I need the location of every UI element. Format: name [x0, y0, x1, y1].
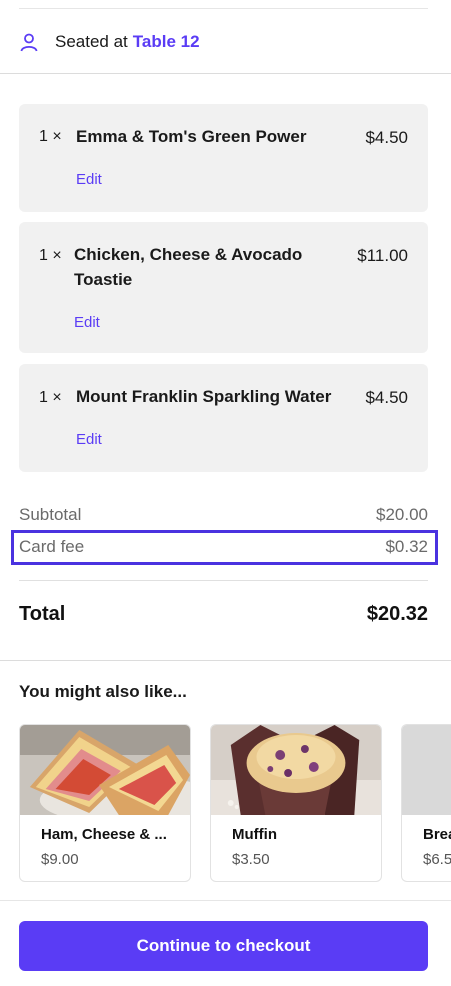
item-price: $11.00	[357, 246, 408, 265]
item-price: $4.50	[365, 128, 408, 147]
total-divider	[19, 580, 428, 581]
suggestion-name: Muffin	[232, 826, 277, 843]
suggestion-price: $3.50	[232, 851, 270, 868]
suggestion-card[interactable]: Muffin $3.50	[210, 724, 382, 882]
placeholder-image	[402, 725, 451, 815]
subtotal-value: $20.00	[376, 505, 428, 524]
item-quantity: 1 ×	[39, 128, 62, 145]
total-label: Total	[19, 603, 66, 625]
card-fee-label: Card fee	[19, 537, 85, 556]
section-divider	[0, 73, 451, 74]
card-fee-value: $0.32	[385, 537, 428, 556]
subtotal-label: Subtotal	[19, 505, 82, 524]
suggestion-name: Brea	[423, 826, 451, 843]
item-quantity: 1 ×	[39, 389, 62, 406]
suggestion-card[interactable]: Brea $6.5	[401, 724, 451, 882]
total-row: Total $20.32	[19, 603, 428, 626]
item-name-line-1: Chicken, Cheese & Avocado	[74, 245, 303, 264]
cart-item: 1 × Emma & Tom's Green Power $4.50 Edit	[19, 104, 428, 212]
suggestion-card[interactable]: Ham, Cheese & ... $9.00	[19, 724, 191, 882]
card-fee-row: Card fee $0.32	[19, 537, 428, 557]
subtotal-row: Subtotal $20.00	[19, 505, 428, 525]
seating-info: Seated at Table 12	[19, 28, 200, 56]
seating-label: Seated at	[55, 32, 128, 51]
table-number: Table 12	[132, 32, 200, 51]
total-value: $20.32	[366, 603, 428, 625]
top-divider	[19, 8, 428, 9]
continue-to-checkout-button[interactable]: Continue to checkout	[19, 921, 428, 971]
edit-item-link[interactable]: Edit	[76, 431, 102, 448]
edit-item-link[interactable]: Edit	[74, 314, 100, 331]
user-icon	[20, 33, 38, 52]
muffin-image	[211, 725, 381, 815]
item-name-line-2: Toastie	[74, 270, 133, 289]
edit-item-link[interactable]: Edit	[76, 171, 102, 188]
suggestion-price: $6.5	[423, 851, 451, 868]
item-quantity: 1 ×	[39, 247, 62, 264]
footer-divider	[0, 900, 451, 901]
suggestion-name: Ham, Cheese & ...	[41, 826, 167, 843]
suggestion-price: $9.00	[41, 851, 79, 868]
sandwich-image	[20, 725, 190, 815]
cart-item: 1 × Chicken, Cheese & Avocado Toastie $1…	[19, 222, 428, 353]
section-divider	[0, 660, 451, 661]
item-name: Mount Franklin Sparkling Water	[76, 387, 332, 406]
cart-item: 1 × Mount Franklin Sparkling Water $4.50…	[19, 364, 428, 472]
suggestions-heading: You might also like...	[19, 682, 187, 701]
item-name: Emma & Tom's Green Power	[76, 127, 307, 146]
item-price: $4.50	[365, 388, 408, 407]
